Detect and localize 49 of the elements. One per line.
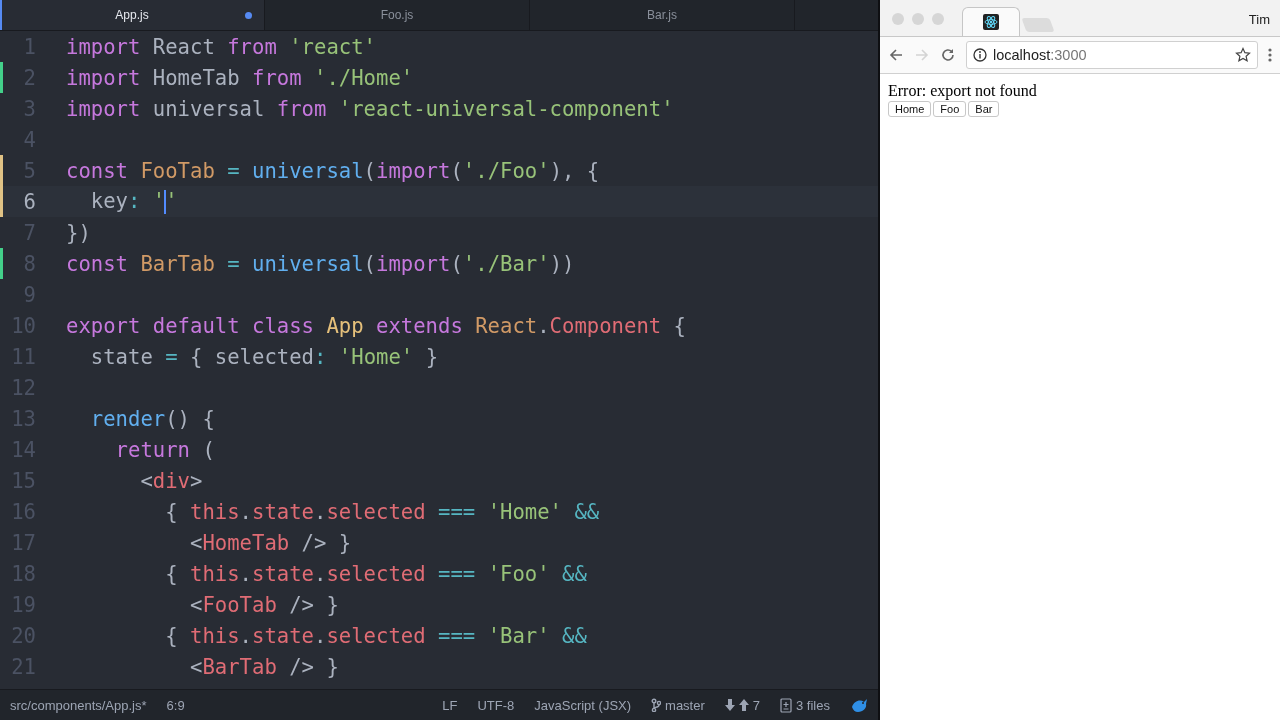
- code-line: { this.state.selected === 'Bar' &&: [164, 623, 587, 648]
- code-line: { this.state.selected === 'Foo' &&: [164, 561, 587, 586]
- tab-button[interactable]: Bar: [968, 101, 1000, 117]
- code-line: export default class App extends React.Component {: [66, 313, 686, 338]
- arrow-down-icon: [724, 699, 735, 711]
- error-message: Error: export not found: [888, 82, 1038, 100]
- back-arrow-icon[interactable]: [888, 47, 904, 63]
- cursor-position[interactable]: 6:9: [166, 697, 185, 713]
- code-line: <div>: [139, 468, 203, 493]
- branch-icon: [651, 698, 662, 712]
- code-line: key: '': [89, 189, 178, 214]
- file-tab[interactable]: App.js: [0, 0, 265, 30]
- commits-ahead-count[interactable]: 7: [752, 697, 761, 713]
- text-cursor: [164, 190, 167, 214]
- code-line: const BarTab = universal(import('./Bar')): [66, 251, 575, 276]
- code-line: }): [66, 220, 91, 245]
- address-bar[interactable]: localhost:3000: [966, 41, 1258, 69]
- star-icon[interactable]: [1235, 47, 1251, 63]
- url-text: localhost:3000: [993, 47, 1087, 63]
- encoding[interactable]: UTF-8: [477, 697, 515, 713]
- code-line: state = { selected: 'Home' }: [89, 344, 439, 369]
- code-line: const FooTab = universal(import('./Foo'), {: [66, 158, 600, 183]
- tab-button[interactable]: Foo: [933, 101, 967, 117]
- file-tab[interactable]: Bar.js: [530, 0, 795, 30]
- code-line: return (: [114, 437, 215, 462]
- line-ending[interactable]: LF: [442, 697, 458, 713]
- file-tab[interactable]: Foo.js: [265, 0, 530, 30]
- code-line: <HomeTab /> }: [189, 530, 352, 555]
- reload-icon[interactable]: [940, 47, 956, 63]
- changed-files-count[interactable]: 3 files: [796, 697, 830, 713]
- code-line: render() {: [89, 406, 215, 431]
- code-line: <FooTab /> }: [189, 592, 339, 617]
- menu-icon[interactable]: [1268, 47, 1272, 63]
- tab-button[interactable]: Home: [888, 101, 932, 117]
- code-line: { this.state.selected === 'Home' &&: [164, 499, 600, 524]
- code-line: <BarTab /> }: [189, 654, 339, 679]
- file-path[interactable]: src/components/App.js*: [10, 697, 147, 713]
- grammar[interactable]: JavaScript (JSX): [534, 697, 632, 713]
- info-icon[interactable]: [973, 48, 987, 62]
- atom-icon: [983, 14, 999, 30]
- file-diff-icon: [780, 697, 793, 713]
- branch-name[interactable]: master: [665, 697, 705, 713]
- browser-tab[interactable]: [962, 7, 1020, 36]
- code-line: import React from 'react': [66, 34, 376, 59]
- profile-name[interactable]: Tim: [1248, 12, 1270, 27]
- code-line: import universal from 'react-universal-component': [66, 96, 674, 121]
- arrow-up-icon: [738, 699, 749, 711]
- code-line: import HomeTab from './Home': [66, 65, 414, 90]
- line-number: 6: [22, 189, 36, 214]
